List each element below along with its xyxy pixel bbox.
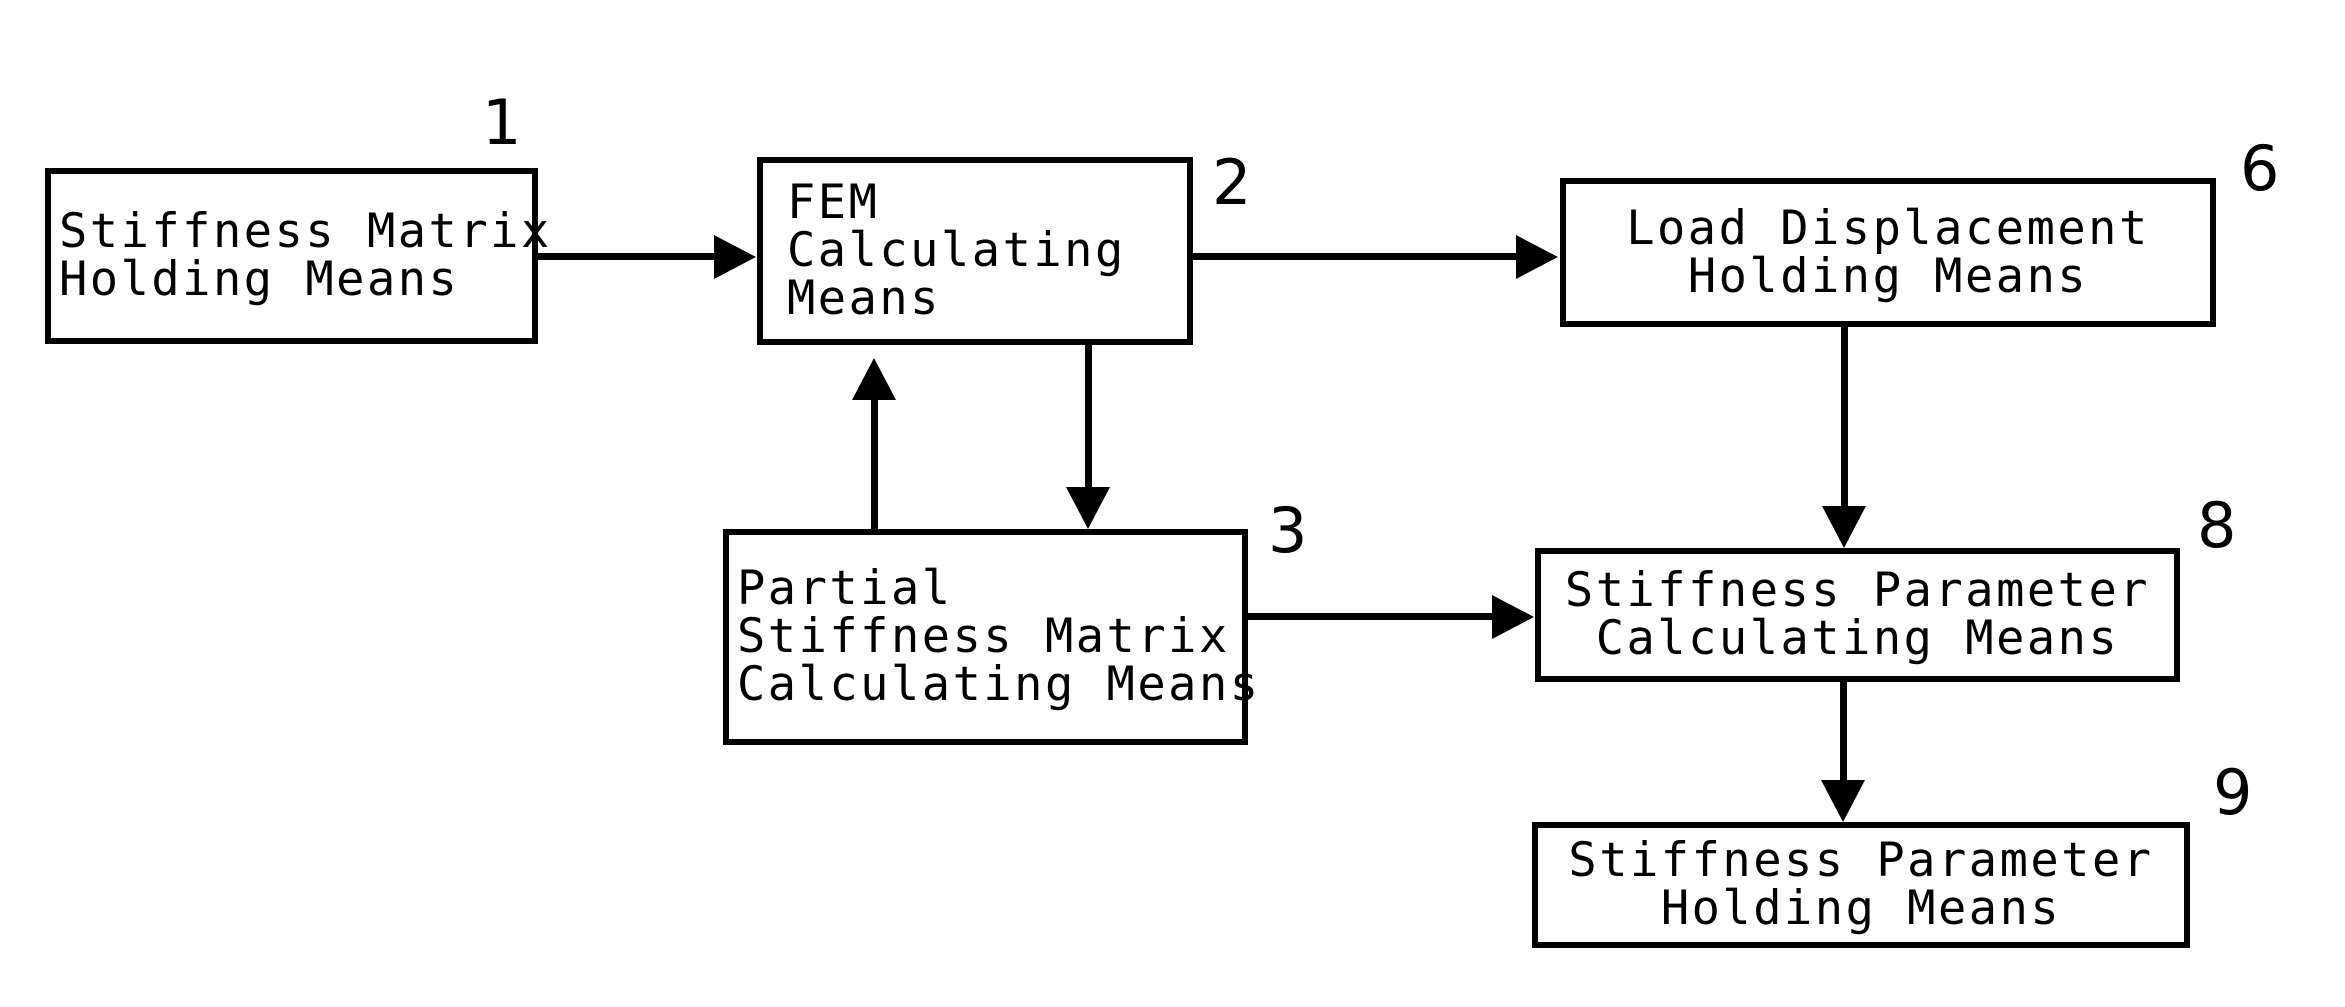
block-8-line-1: Stiffness Parameter [1564,563,2151,619]
block-partial-stiffness-matrix-calculating-means[interactable]: Partial Stiffness Matrix Calculating Mea… [723,529,1261,745]
connector-3-to-8-line [1248,613,1496,620]
block-9-line-1: Stiffness Parameter [1568,833,2154,889]
block-9-line-2: Holding Means [1660,881,2062,936]
reference-numeral-6: 6 [2240,132,2280,205]
block-stiffness-parameter-calculating-means[interactable]: Stiffness Parameter Calculating Means [1535,548,2180,682]
block-1-line-1: Stiffness Matrix [59,204,552,260]
connector-8-to-9-line [1840,682,1847,786]
block-1-line-2: Holding Means [59,252,460,307]
block-stiffness-parameter-holding-means[interactable]: Stiffness Parameter Holding Means [1532,822,2190,948]
connector-3-to-2-line [871,400,878,529]
connector-3-to-8-arrowhead [1492,595,1534,639]
reference-numeral-3: 3 [1268,494,1308,567]
block-load-displacement-holding-means[interactable]: Load Displacement Holding Means [1560,178,2216,327]
block-2-line-3: Means [787,270,941,326]
connector-6-to-8-line [1841,327,1848,512]
block-3-line-3: Calculating Means [737,656,1261,712]
block-2-line-1: FEM [787,175,880,231]
block-fem-calculating-means[interactable]: FEM Calculating Means [757,157,1193,345]
block-6-line-2: Holding Means [1687,248,2089,304]
diagram-canvas: Stiffness Matrix Holding Means 1 FEM Cal… [0,0,2345,1007]
reference-numeral-1: 1 [482,86,522,159]
connector-2-to-6-arrowhead [1516,235,1558,279]
block-3-line-1: Partial [737,561,953,617]
connector-2-to-3-arrowhead [1066,487,1110,529]
block-2-line-2: Calculating [787,223,1126,279]
block-6-line-1: Load Displacement [1626,200,2150,256]
connector-1-to-2-arrowhead [714,235,756,279]
reference-numeral-2: 2 [1212,146,1252,219]
reference-numeral-8: 8 [2197,489,2237,562]
block-8-line-2: Calculating Means [1595,611,2120,666]
connector-6-to-8-arrowhead [1822,506,1866,548]
connector-2-to-3-line [1085,345,1092,490]
connector-3-to-2-arrowhead [852,358,896,400]
connector-2-to-6-line [1193,253,1519,260]
connector-8-to-9-arrowhead [1821,780,1865,822]
block-stiffness-matrix-holding-means[interactable]: Stiffness Matrix Holding Means [45,168,552,344]
reference-numeral-9: 9 [2213,756,2253,829]
connector-1-to-2-line [538,253,718,260]
block-3-line-2: Stiffness Matrix [737,609,1230,665]
